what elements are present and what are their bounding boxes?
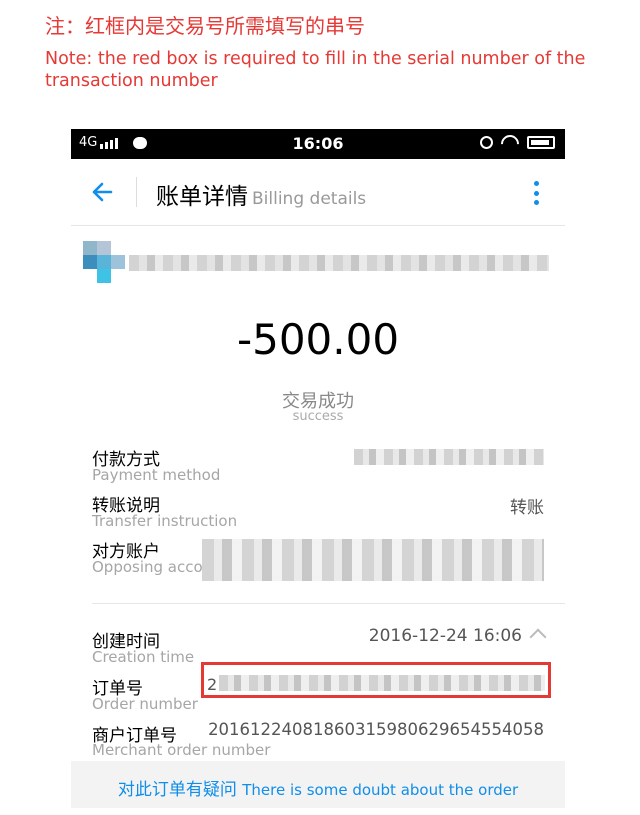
- creation-time-label-en: Creation time: [92, 648, 195, 666]
- transfer-instruction-label-en: Transfer instruction: [92, 512, 238, 530]
- order-number-label-en: Order number: [92, 695, 198, 713]
- opposing-account-value-blurred: [202, 539, 544, 581]
- back-arrow-icon[interactable]: [89, 179, 119, 207]
- status-right: [480, 135, 555, 149]
- phone-screen: 4G 16:06 账单详情Billing details -5: [71, 129, 565, 808]
- bottom-bar: 对此订单有疑问 There is some doubt about the or…: [71, 761, 565, 808]
- battery-icon: [527, 135, 555, 149]
- merchant-order-value: 20161224081860315980629654554058: [208, 720, 544, 739]
- merchant-name-blurred: [129, 255, 549, 271]
- status-bar: 4G 16:06: [71, 129, 565, 159]
- appbar-divider: [136, 177, 137, 207]
- section-divider: [92, 603, 565, 604]
- transfer-instruction-value: 转账: [510, 498, 544, 518]
- merchant-logo-blurred: [83, 241, 125, 283]
- payment-method-label-en: Payment method: [92, 466, 221, 484]
- transaction-status-en: success: [292, 409, 344, 424]
- alarm-icon: [480, 135, 493, 149]
- more-menu-icon[interactable]: [533, 181, 539, 205]
- order-number-highlight-box: [201, 662, 551, 698]
- payment-method-value-blurred: [354, 449, 544, 465]
- wifi-icon: [501, 135, 519, 149]
- creation-time-value: 2016-12-24 16:06: [368, 626, 522, 646]
- order-doubt-link[interactable]: 对此订单有疑问 There is some doubt about the or…: [71, 775, 565, 800]
- note-english: Note: the red box is required to fill in…: [45, 49, 586, 91]
- page-title: 账单详情 Billing details: [156, 177, 366, 211]
- order-doubt-link-cn: 对此订单有疑问: [117, 780, 237, 800]
- app-bar: 账单详情 Billing details: [71, 159, 565, 226]
- chevron-up-icon[interactable]: [529, 628, 547, 646]
- page-title-cn: 账单详情: [156, 184, 248, 210]
- page-title-en: Billing details: [252, 189, 367, 209]
- merchant-order-label-en: Merchant order number: [92, 741, 271, 759]
- transaction-amount: -500.00: [236, 315, 400, 364]
- note-chinese: 注：红框内是交易号所需填写的串号: [45, 14, 365, 38]
- order-doubt-link-en: There is some doubt about the order: [242, 781, 519, 799]
- merchant-row: [83, 241, 553, 285]
